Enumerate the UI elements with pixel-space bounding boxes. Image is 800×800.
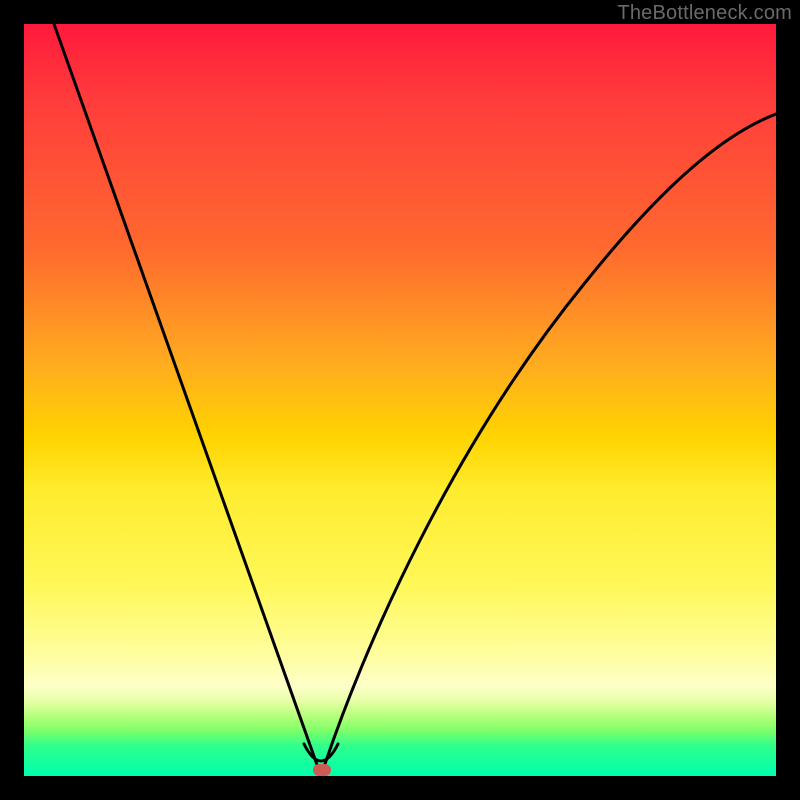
bottleneck-curve (24, 24, 776, 776)
watermark-text: TheBottleneck.com (617, 2, 792, 25)
chart-frame: TheBottleneck.com (0, 0, 800, 800)
curve-path (54, 24, 776, 776)
optimal-marker (313, 764, 331, 776)
